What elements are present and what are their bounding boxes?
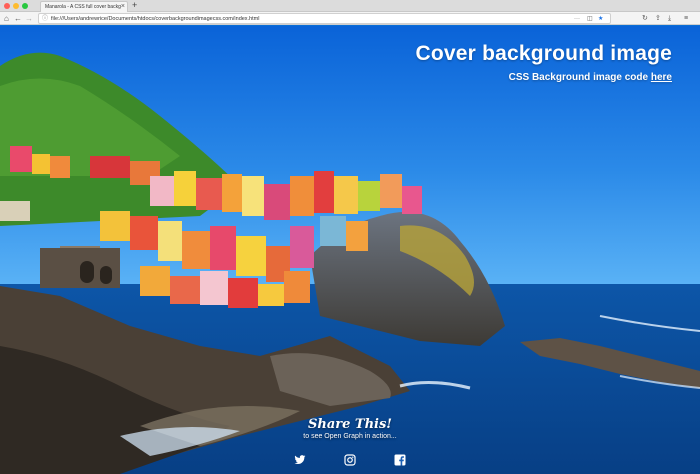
share-section: Share This! to see Open Graph in action.…: [290, 418, 410, 442]
instagram-icon[interactable]: [344, 454, 356, 466]
close-window-button[interactable]: [4, 3, 10, 9]
tab-bar: Manarola - A CSS full cover backg × +: [0, 0, 700, 12]
page-actions-icon[interactable]: ···: [574, 14, 580, 24]
forward-icon[interactable]: →: [25, 13, 33, 24]
menu-icon[interactable]: ≡: [684, 13, 688, 24]
page-title: Cover background image: [415, 42, 672, 65]
code-link[interactable]: here: [651, 72, 672, 83]
reload-icon[interactable]: ↻: [642, 13, 648, 24]
minimize-window-button[interactable]: [13, 3, 19, 9]
pocket-icon[interactable]: ◫: [587, 14, 593, 24]
page-subtitle: CSS Background image code here: [509, 72, 672, 83]
share-title: Share This!: [308, 417, 392, 432]
new-tab-button[interactable]: +: [132, 0, 137, 11]
page-content: Cover background image CSS Background im…: [0, 26, 700, 474]
info-icon[interactable]: ⓘ: [42, 14, 48, 24]
navigation-bar: ⌂ ← → ⓘ file:///Users/andrewrice/Documen…: [0, 12, 700, 25]
facebook-icon[interactable]: [394, 454, 406, 466]
address-bar[interactable]: ⓘ file:///Users/andrewrice/Documents/htd…: [38, 13, 611, 24]
cover-background-image: [0, 26, 700, 474]
share-subtitle: to see Open Graph in action...: [303, 433, 397, 440]
home-icon[interactable]: ⌂: [4, 13, 9, 24]
back-icon[interactable]: ←: [14, 13, 22, 24]
bookmark-star-icon[interactable]: ★: [598, 14, 603, 24]
library-icon[interactable]: ⇪: [655, 13, 661, 24]
url-text[interactable]: file:///Users/andrewrice/Documents/htdoc…: [51, 14, 259, 24]
subtitle-text: CSS Background image code: [508, 72, 651, 83]
download-icon[interactable]: ⤓: [668, 13, 671, 24]
tab-close-icon[interactable]: ×: [121, 2, 125, 12]
tab-title: Manarola - A CSS full cover backg: [45, 4, 121, 10]
zoom-window-button[interactable]: [22, 3, 28, 9]
browser-tab[interactable]: Manarola - A CSS full cover backg ×: [40, 1, 128, 12]
twitter-icon[interactable]: [294, 454, 306, 466]
